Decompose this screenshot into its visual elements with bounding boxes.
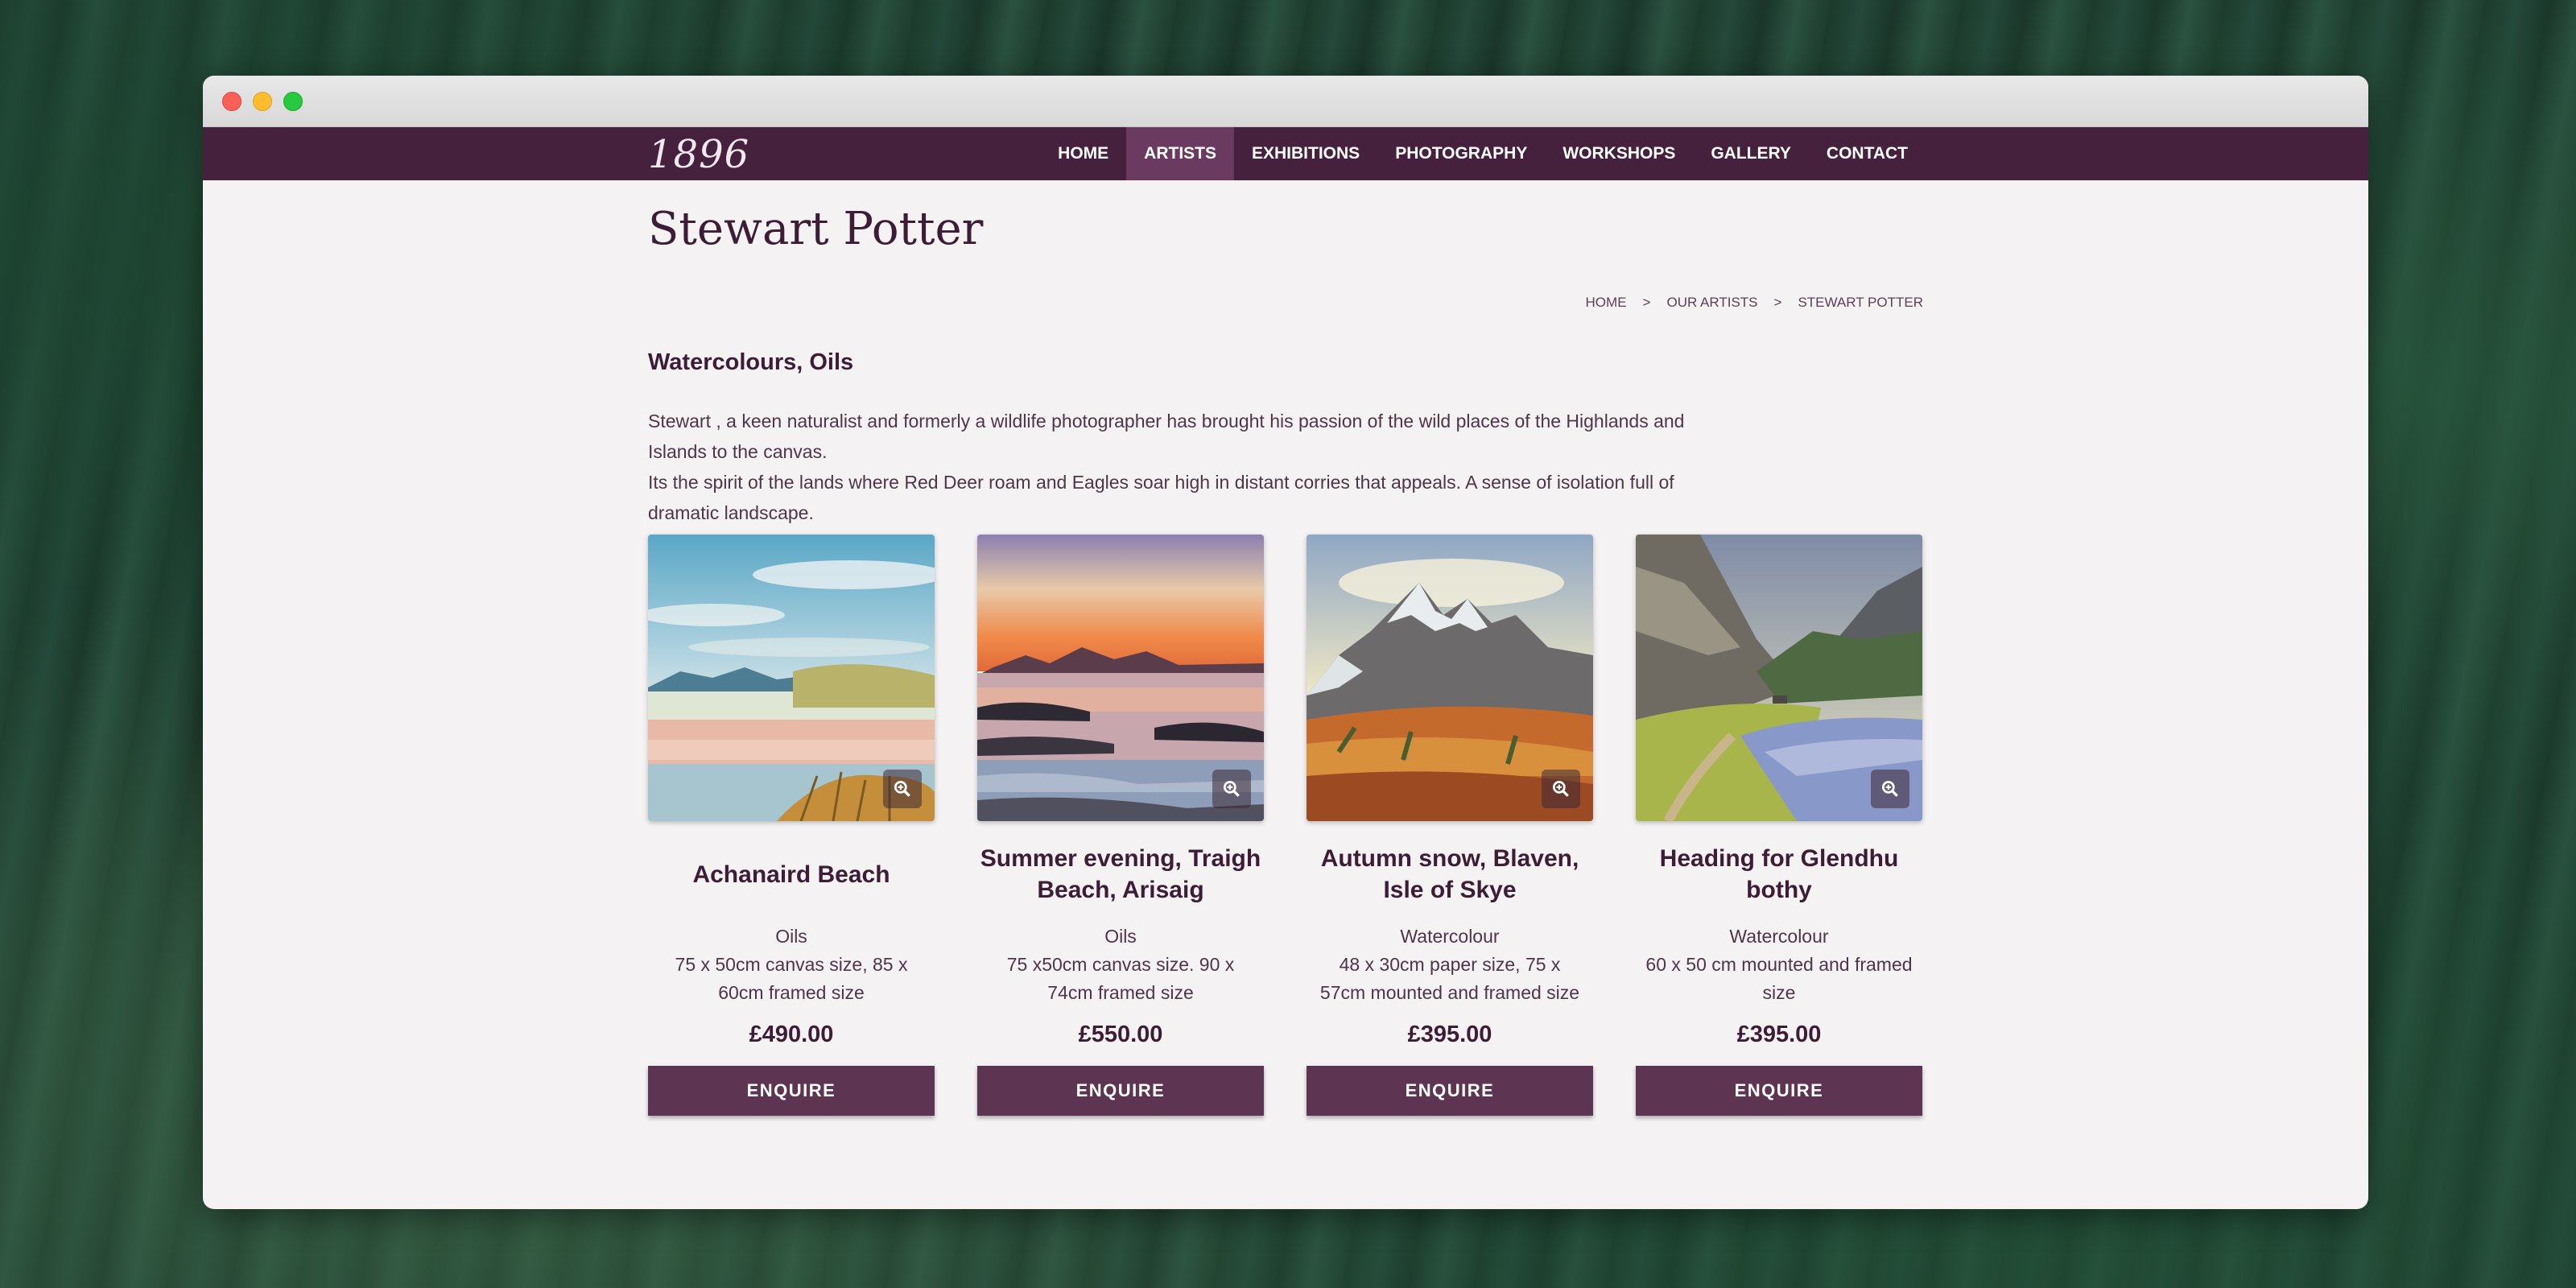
nav-photography[interactable]: PHOTOGRAPHY xyxy=(1377,127,1545,180)
enquire-button[interactable]: ENQUIRE xyxy=(1636,1066,1922,1116)
site-navbar: 1896 HOME ARTISTS EXHIBITIONS PHOTOGRAPH… xyxy=(203,127,2368,180)
artist-mediums: Watercolours, Oils xyxy=(648,349,854,375)
page-title: Stewart Potter xyxy=(648,203,984,255)
artwork-size: 48 x 30cm paper size, 75 x 57cm mounted … xyxy=(1319,954,1580,1003)
enquire-button[interactable]: ENQUIRE xyxy=(1307,1066,1593,1116)
maximize-window-button[interactable] xyxy=(283,92,303,111)
artwork-card: Autumn snow, Blaven, Isle of Skye Waterc… xyxy=(1307,535,1593,1116)
artwork-title: Achanaird Beach xyxy=(692,861,890,888)
artwork-title: Summer evening, Traigh Beach, Arisaig xyxy=(980,845,1261,903)
artwork-title: Autumn snow, Blaven, Isle of Skye xyxy=(1320,845,1579,903)
breadcrumb: HOME > OUR ARTISTS > STEWART POTTER xyxy=(1586,295,1923,311)
artwork-medium: Watercolour xyxy=(1729,926,1829,947)
artist-bio: Stewart , a keen naturalist and formerly… xyxy=(648,406,1703,528)
artwork-card: Summer evening, Traigh Beach, Arisaig Oi… xyxy=(977,535,1264,1116)
bio-paragraph: Its the spirit of the lands where Red De… xyxy=(648,472,1674,523)
artwork-size: 75 x 50cm canvas size, 85 x 60cm framed … xyxy=(675,954,908,1003)
enquire-button[interactable]: ENQUIRE xyxy=(648,1066,935,1116)
artwork-grid: Achanaird Beach Oils 75 x 50cm canvas si… xyxy=(648,535,1922,1116)
artwork-image-achanaird-beach[interactable] xyxy=(648,535,935,821)
zoom-in-icon[interactable] xyxy=(1871,770,1909,808)
breadcrumb-separator: > xyxy=(1773,295,1782,310)
nav-contact[interactable]: CONTACT xyxy=(1809,127,1926,180)
nav-gallery[interactable]: GALLERY xyxy=(1693,127,1809,180)
nav-exhibitions[interactable]: EXHIBITIONS xyxy=(1234,127,1377,180)
artwork-image-autumn-snow[interactable] xyxy=(1307,535,1593,821)
main-menu: HOME ARTISTS EXHIBITIONS PHOTOGRAPHY WOR… xyxy=(1040,127,1926,180)
site-logo[interactable]: 1896 xyxy=(648,132,749,177)
artwork-size: 75 x50cm canvas size. 90 x 74cm framed s… xyxy=(1006,954,1235,1003)
artwork-price: £395.00 xyxy=(1736,1022,1822,1047)
artwork-price: £550.00 xyxy=(1078,1022,1163,1047)
breadcrumb-home[interactable]: HOME xyxy=(1586,295,1627,311)
close-window-button[interactable] xyxy=(222,92,242,111)
artwork-card: Achanaird Beach Oils 75 x 50cm canvas si… xyxy=(648,535,935,1116)
artwork-medium: Oils xyxy=(775,926,807,947)
artwork-size: 60 x 50 cm mounted and framed size xyxy=(1645,954,1913,1003)
artwork-price: £490.00 xyxy=(749,1022,834,1047)
artwork-image-summer-evening[interactable] xyxy=(977,535,1264,821)
nav-workshops[interactable]: WORKSHOPS xyxy=(1545,127,1693,180)
artwork-medium: Oils xyxy=(1104,926,1137,947)
nav-home[interactable]: HOME xyxy=(1040,127,1126,180)
zoom-in-icon[interactable] xyxy=(883,770,922,808)
nav-artists[interactable]: ARTISTS xyxy=(1126,127,1234,180)
artwork-card: Heading for Glendhu bothy Watercolour 60… xyxy=(1636,535,1922,1116)
minimize-window-button[interactable] xyxy=(253,92,272,111)
zoom-in-icon[interactable] xyxy=(1212,770,1251,808)
enquire-button[interactable]: ENQUIRE xyxy=(977,1066,1264,1116)
zoom-in-icon[interactable] xyxy=(1542,770,1580,808)
artwork-title: Heading for Glendhu bothy xyxy=(1659,845,1899,903)
artwork-medium: Watercolour xyxy=(1400,926,1500,947)
breadcrumb-separator: > xyxy=(1642,295,1651,310)
artwork-image-heading-for-glendhu[interactable] xyxy=(1636,535,1922,821)
artwork-price: £395.00 xyxy=(1407,1022,1492,1047)
breadcrumb-our-artists[interactable]: OUR ARTISTS xyxy=(1666,295,1757,311)
breadcrumb-current: STEWART POTTER xyxy=(1798,295,1923,310)
window-titlebar xyxy=(203,76,2368,127)
bio-paragraph: Stewart , a keen naturalist and formerly… xyxy=(648,411,1685,462)
